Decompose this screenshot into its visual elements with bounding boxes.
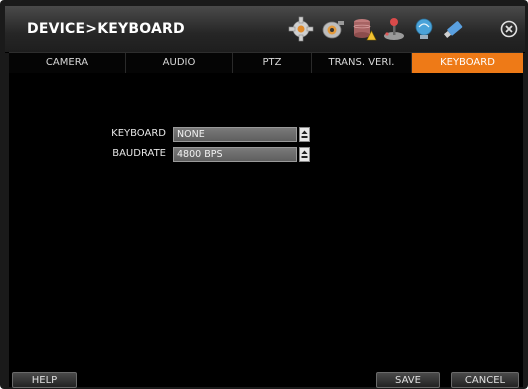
database-icon[interactable] (350, 16, 378, 42)
baudrate-select[interactable]: 4800 BPS (173, 147, 297, 162)
keyboard-label: KEYBOARD (111, 128, 166, 139)
dialog-window: DEVICE>KEYBOARD CAMERA AUDIO PTZ TRANS. … (0, 0, 528, 389)
close-icon[interactable] (497, 16, 521, 42)
help-button[interactable]: HELP (12, 372, 77, 388)
page-title: DEVICE>KEYBOARD (27, 21, 185, 37)
camera-icon[interactable] (319, 16, 347, 42)
gear-icon[interactable] (287, 16, 315, 42)
tab-keyboard[interactable]: KEYBOARD (412, 53, 523, 74)
tab-bar: CAMERA AUDIO PTZ TRANS. VERI. KEYBOARD (9, 52, 523, 74)
keyboard-dropdown-button[interactable] (299, 127, 310, 142)
dropdown-arrow-icon (301, 130, 308, 138)
title-bar: DEVICE>KEYBOARD (5, 6, 525, 53)
network-icon[interactable] (410, 16, 438, 42)
tab-audio[interactable]: AUDIO (126, 53, 233, 74)
usb-icon[interactable] (440, 16, 468, 42)
baudrate-label: BAUDRATE (112, 148, 166, 159)
dropdown-arrow-icon (301, 150, 308, 158)
keyboard-select[interactable]: NONE (173, 127, 297, 142)
save-button[interactable]: SAVE (376, 372, 440, 388)
tab-trans-veri[interactable]: TRANS. VERI. (312, 53, 412, 74)
baudrate-dropdown-button[interactable] (299, 147, 310, 162)
tab-camera[interactable]: CAMERA (9, 53, 126, 74)
cancel-button[interactable]: CANCEL (451, 372, 519, 388)
tab-ptz[interactable]: PTZ (233, 53, 312, 74)
footer-bar: HELP SAVE CANCEL (9, 369, 523, 388)
joystick-icon[interactable] (380, 16, 408, 42)
settings-panel: KEYBOARD NONE BAUDRATE 4800 BPS (9, 73, 523, 369)
